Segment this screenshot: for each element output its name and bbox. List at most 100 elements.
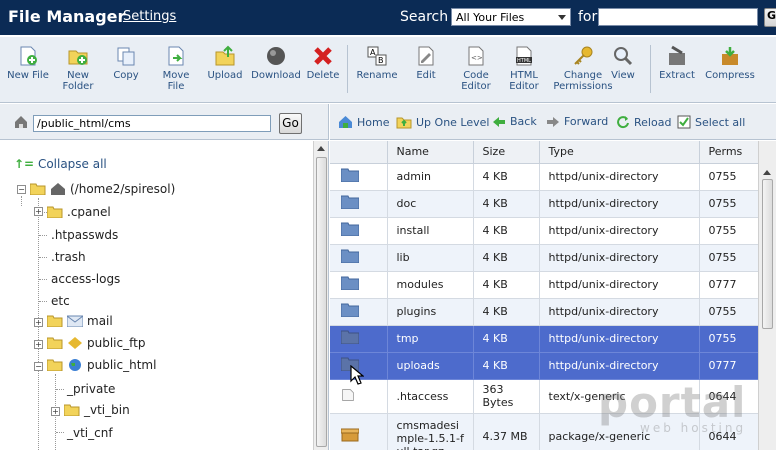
search-scope-prefix: All	[456, 11, 470, 24]
tree-item-mail[interactable]: mail	[47, 314, 113, 328]
table-row-selected[interactable]: uploads 4 KB httpd/unix-directory 0777	[330, 352, 758, 380]
tree-item-private[interactable]: _private	[67, 382, 115, 396]
extract-button[interactable]: Extract	[657, 45, 697, 81]
tree-item-htpasswds[interactable]: .htpasswds	[51, 228, 118, 242]
table-row[interactable]: install 4 KB httpd/unix-directory 0755	[330, 217, 758, 245]
table-row[interactable]: doc 4 KB httpd/unix-directory 0755	[330, 190, 758, 218]
folder-icon	[64, 404, 80, 416]
tree-item-trash[interactable]: .trash	[51, 250, 86, 264]
perms-column-header[interactable]: Perms	[699, 141, 758, 164]
search-go-button[interactable]: G	[764, 8, 776, 27]
path-bar: Go	[0, 104, 329, 140]
html-editor-button[interactable]: HTML HTML Editor	[505, 45, 543, 92]
compress-icon	[722, 47, 738, 65]
tree-item-etc[interactable]: etc	[51, 294, 70, 308]
file-name: install	[387, 217, 474, 245]
delete-button[interactable]: Delete	[305, 45, 341, 81]
back-button[interactable]: Back	[492, 115, 537, 128]
tree-item-vti-bin[interactable]: _vti_bin	[64, 403, 130, 417]
file-name: plugins	[387, 298, 474, 326]
move-file-icon	[168, 46, 184, 66]
search-scope-select[interactable]: All Your Files	[451, 8, 571, 26]
table-row[interactable]: admin 4 KB httpd/unix-directory 0755	[330, 163, 758, 191]
tree-line	[56, 432, 64, 433]
table-row[interactable]: modules 4 KB httpd/unix-directory 0777	[330, 271, 758, 299]
scroll-up-arrow-icon[interactable]	[317, 146, 325, 151]
chevron-down-icon	[558, 15, 566, 20]
extract-icon	[669, 45, 685, 65]
forward-button[interactable]: Forward	[546, 115, 608, 128]
tree-label: access-logs	[51, 272, 121, 286]
table-row[interactable]: .htaccess 363 Bytes text/x-generic 0644	[330, 379, 758, 414]
path-go-button[interactable]: Go	[279, 113, 302, 134]
up-one-level-button[interactable]: Up One Level	[396, 115, 489, 129]
expand-toggle[interactable]: +	[34, 340, 43, 349]
select-all-button[interactable]: Select all	[677, 115, 745, 129]
folder-icon	[341, 168, 359, 182]
svg-text:B: B	[378, 56, 384, 65]
view-icon	[614, 47, 633, 66]
tree-scrollbar[interactable]	[313, 141, 329, 450]
tree-item-public-ftp[interactable]: public_ftp	[47, 336, 145, 350]
scroll-up-arrow-icon[interactable]	[763, 170, 771, 175]
settings-link[interactable]: Settings	[123, 9, 176, 24]
copy-icon	[117, 47, 135, 66]
scroll-thumb[interactable]	[762, 179, 773, 329]
expand-toggle[interactable]: +	[51, 407, 60, 416]
new-file-button[interactable]: New File	[6, 45, 50, 81]
toolbar-label: Delete	[306, 70, 340, 81]
tree-root[interactable]: (/home2/spiresol)	[30, 182, 175, 196]
download-button[interactable]: Download	[251, 45, 301, 81]
checkbox-icon	[677, 115, 691, 129]
collapse-toggle[interactable]: −	[34, 362, 43, 371]
compress-button[interactable]: Compress	[703, 45, 757, 81]
folder-icon	[341, 249, 359, 263]
scroll-thumb[interactable]	[316, 157, 327, 447]
icon-column-header	[330, 141, 388, 164]
edit-icon	[418, 46, 434, 66]
type-column-header[interactable]: Type	[539, 141, 700, 164]
nav-label: Up One Level	[416, 116, 490, 129]
back-arrow-icon	[493, 117, 505, 127]
collapse-toggle[interactable]: −	[17, 185, 26, 194]
file-type: httpd/unix-directory	[539, 325, 700, 353]
tree-label: etc	[51, 294, 70, 308]
file-list-scrollbar[interactable]	[758, 141, 776, 450]
file-size: 4 KB	[473, 298, 540, 326]
collapse-all-button[interactable]: ↑= Collapse all	[14, 157, 107, 171]
move-file-button[interactable]: Move File	[156, 45, 196, 92]
tree-item-cpanel[interactable]: .cpanel	[47, 205, 111, 219]
view-button[interactable]: View	[608, 45, 638, 81]
file-perms: 0777	[699, 352, 758, 380]
path-input[interactable]	[33, 115, 271, 132]
edit-button[interactable]: Edit	[411, 45, 441, 81]
tree-item-public-html[interactable]: public_html	[47, 358, 156, 372]
new-folder-icon	[68, 50, 88, 65]
new-folder-button[interactable]: New Folder	[58, 45, 98, 92]
ftp-icon	[68, 337, 82, 349]
file-type: httpd/unix-directory	[539, 244, 700, 272]
table-row[interactable]: cmsmadesimple-1.5.1-full.tar.gz 4.37 MB …	[330, 413, 758, 450]
search-label: Search	[400, 9, 449, 25]
tree-item-vti-cnf[interactable]: _vti_cnf	[67, 426, 113, 440]
tree-item-access-logs[interactable]: access-logs	[51, 272, 120, 286]
copy-button[interactable]: Copy	[108, 45, 144, 81]
name-column-header[interactable]: Name	[387, 141, 474, 164]
home-icon	[15, 116, 27, 128]
home-button[interactable]: Home	[338, 115, 389, 129]
upload-button[interactable]: Upload	[206, 45, 244, 81]
tree-label: .cpanel	[67, 205, 111, 219]
table-row[interactable]: plugins 4 KB httpd/unix-directory 0755	[330, 298, 758, 326]
code-editor-button[interactable]: <> Code Editor	[457, 45, 495, 92]
file-type: httpd/unix-directory	[539, 190, 700, 218]
expand-toggle[interactable]: +	[34, 207, 43, 216]
file-size: 4.37 MB	[473, 413, 540, 450]
size-column-header[interactable]: Size	[473, 141, 540, 164]
table-row[interactable]: lib 4 KB httpd/unix-directory 0755	[330, 244, 758, 272]
expand-toggle[interactable]: +	[34, 318, 43, 327]
change-permissions-button[interactable]: Change Permissions	[550, 45, 616, 92]
table-row-selected[interactable]: tmp 4 KB httpd/unix-directory 0755	[330, 325, 758, 353]
search-input[interactable]	[598, 8, 758, 26]
reload-button[interactable]: Reload	[616, 115, 671, 129]
rename-button[interactable]: AB Rename	[355, 45, 399, 81]
